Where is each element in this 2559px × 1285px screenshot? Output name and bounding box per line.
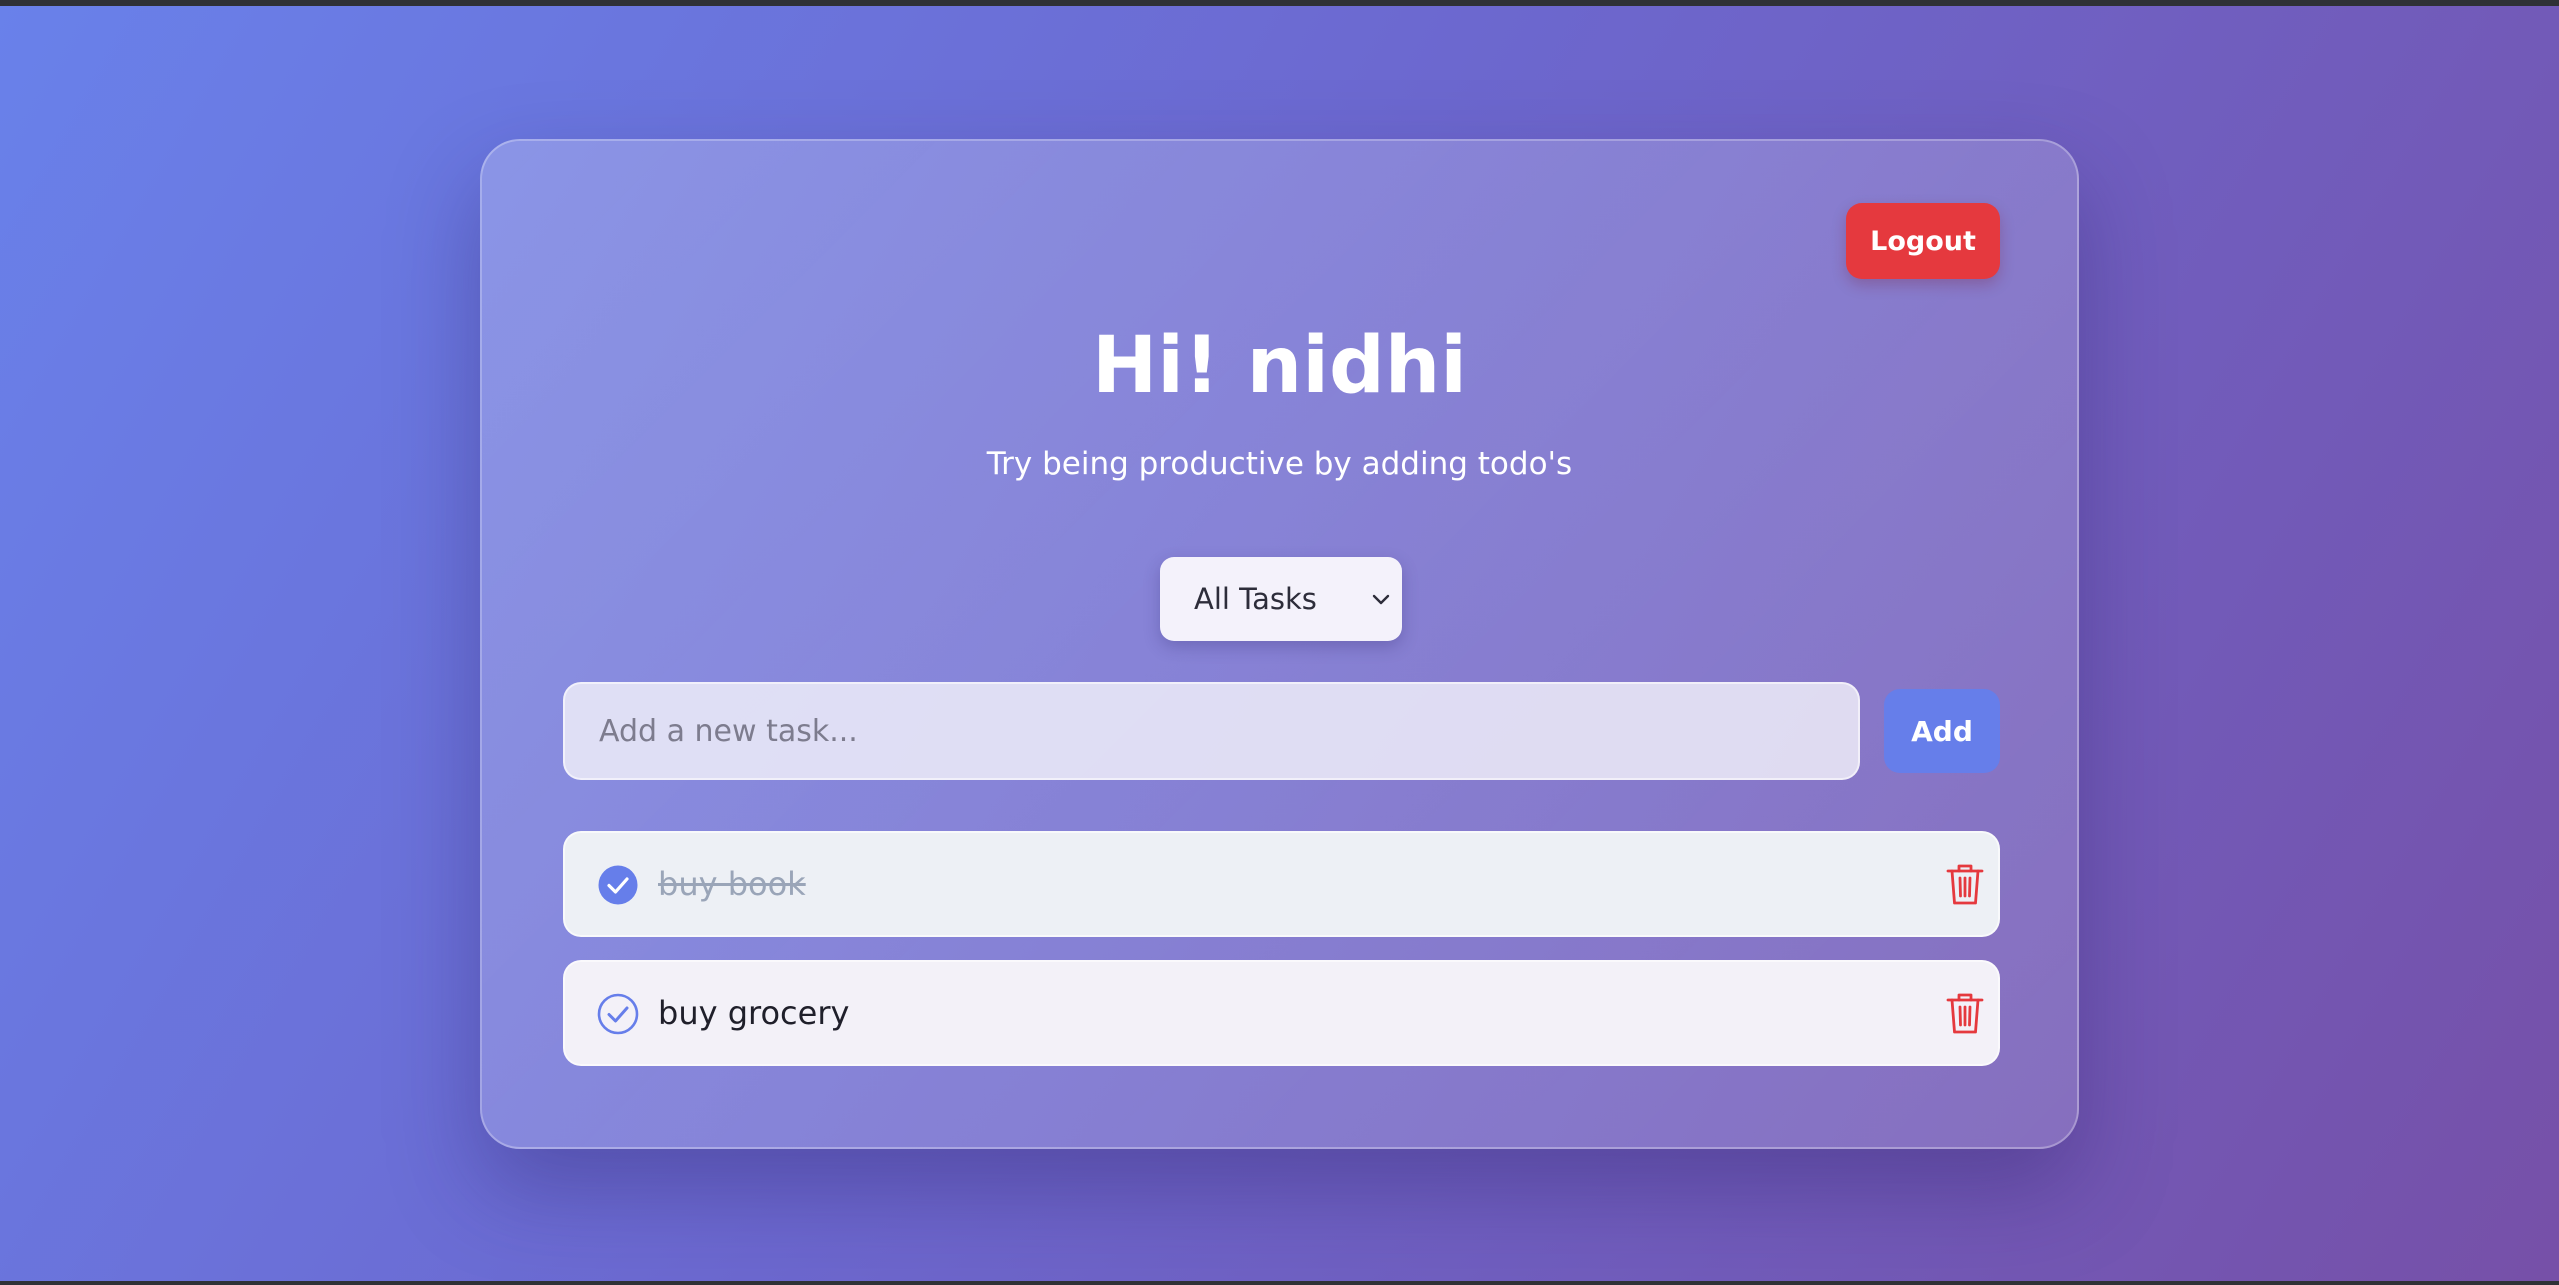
task-filter-value: All Tasks [1194,582,1317,616]
chevron-down-icon [1372,594,1390,605]
task-label: buy grocery [658,994,850,1032]
task-item-completed: buy book [563,831,2000,937]
task-label: buy book [658,865,806,903]
check-circle-icon[interactable] [597,864,639,906]
logout-button[interactable]: Logout [1846,203,2000,279]
task-item-pending: buy grocery [563,960,2000,1066]
check-circle-outline-icon[interactable] [597,993,639,1035]
trash-icon[interactable] [1945,862,1985,906]
task-filter-select[interactable]: All Tasks [1160,557,1402,641]
trash-icon[interactable] [1945,991,1985,1035]
window-top-bar [0,0,2559,6]
add-task-button[interactable]: Add [1884,689,2000,773]
new-task-input[interactable] [563,682,1860,780]
todo-card: Logout Hi! nidhi Try being productive by… [480,139,2079,1149]
window-bottom-bar [0,1281,2559,1285]
page-title: Hi! nidhi [1091,321,1468,411]
page-subtitle: Try being productive by adding todo's [986,446,1573,482]
